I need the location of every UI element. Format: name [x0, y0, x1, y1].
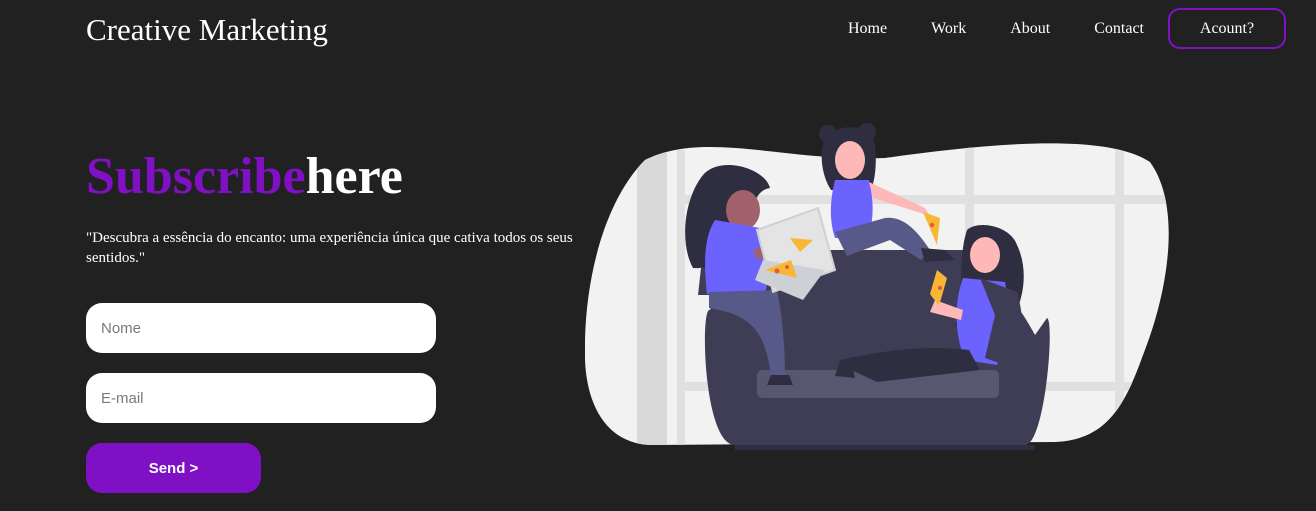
- page-title: Subscribehere: [86, 143, 403, 211]
- main-nav: Home Work About Contact Acount?: [848, 8, 1286, 49]
- nav-work-link[interactable]: Work: [931, 20, 966, 38]
- email-input[interactable]: [86, 373, 436, 423]
- send-button[interactable]: Send >: [86, 443, 261, 493]
- brand-logo[interactable]: Creative Marketing: [86, 10, 328, 50]
- name-input[interactable]: [86, 303, 436, 353]
- friends-eating-pizza-illustration: [585, 123, 1169, 450]
- nav-home-link[interactable]: Home: [848, 20, 887, 38]
- nav-about-link[interactable]: About: [1010, 20, 1050, 38]
- hero-tagline: "Descubra a essência do encanto: uma exp…: [86, 230, 573, 266]
- title-plain-word: here: [305, 148, 403, 205]
- title-accent-word: Subscribe: [86, 148, 306, 205]
- nav-contact-link[interactable]: Contact: [1094, 20, 1144, 38]
- account-button[interactable]: Acount?: [1168, 8, 1286, 49]
